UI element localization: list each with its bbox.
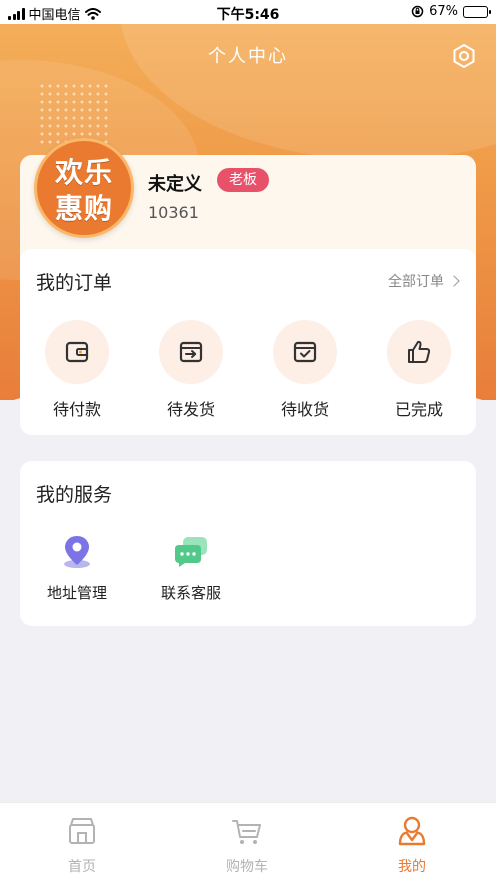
receive-box-icon [273, 320, 337, 384]
tab-label: 首页 [68, 859, 96, 875]
wallet-icon [45, 320, 109, 384]
order-pending-payment[interactable]: 待付款 [32, 320, 122, 420]
status-bar: 中国电信 下午5:46 67% [0, 0, 496, 24]
service-contact-support[interactable]: 联系客服 [146, 530, 236, 603]
orders-section-title: 我的订单 [36, 272, 113, 294]
tab-home[interactable]: 首页 [32, 813, 132, 876]
chevron-right-icon [448, 275, 460, 287]
view-all-orders-link[interactable]: 全部订单 [388, 271, 460, 291]
battery-percent: 67% [429, 4, 458, 19]
avatar-logo-text: 惠购 [54, 192, 113, 225]
order-item-label: 待发货 [166, 400, 215, 419]
service-address-management[interactable]: 地址管理 [32, 530, 122, 603]
orientation-lock-icon [411, 5, 424, 18]
user-icon [398, 816, 426, 846]
battery-icon [463, 5, 491, 18]
settings-icon[interactable] [451, 43, 477, 69]
tab-label: 我的 [398, 859, 426, 875]
cart-icon [232, 820, 261, 844]
chat-bubbles-icon [169, 530, 213, 574]
decorative-dots [38, 82, 108, 146]
order-pending-shipment[interactable]: 待发货 [146, 320, 236, 420]
order-item-label: 已完成 [394, 400, 443, 419]
avatar[interactable]: 欢乐 惠购 [34, 138, 134, 238]
home-store-icon [69, 818, 95, 844]
ship-box-icon [159, 320, 223, 384]
service-item-label: 地址管理 [46, 584, 107, 602]
user-id: 10361 [148, 203, 199, 222]
service-item-label: 联系客服 [160, 584, 221, 602]
page-title: 个人中心 [208, 46, 288, 67]
avatar-logo-text: 欢乐 [54, 156, 113, 189]
location-pin-icon [55, 530, 99, 574]
order-item-label: 待收货 [280, 400, 329, 419]
user-name: 未定义 [148, 174, 202, 195]
tab-bar: 首页 购物车 我的 [0, 802, 496, 882]
tab-cart[interactable]: 购物车 [197, 813, 297, 876]
tab-mine[interactable]: 我的 [362, 813, 462, 876]
tab-label: 购物车 [226, 859, 268, 875]
order-pending-receipt[interactable]: 待收货 [260, 320, 350, 420]
view-all-orders-label: 全部订单 [388, 274, 444, 290]
thumbs-up-icon [387, 320, 451, 384]
order-completed[interactable]: 已完成 [374, 320, 464, 420]
order-item-label: 待付款 [52, 400, 101, 419]
services-section-title: 我的服务 [36, 484, 113, 506]
role-badge: 老板 [217, 168, 269, 192]
